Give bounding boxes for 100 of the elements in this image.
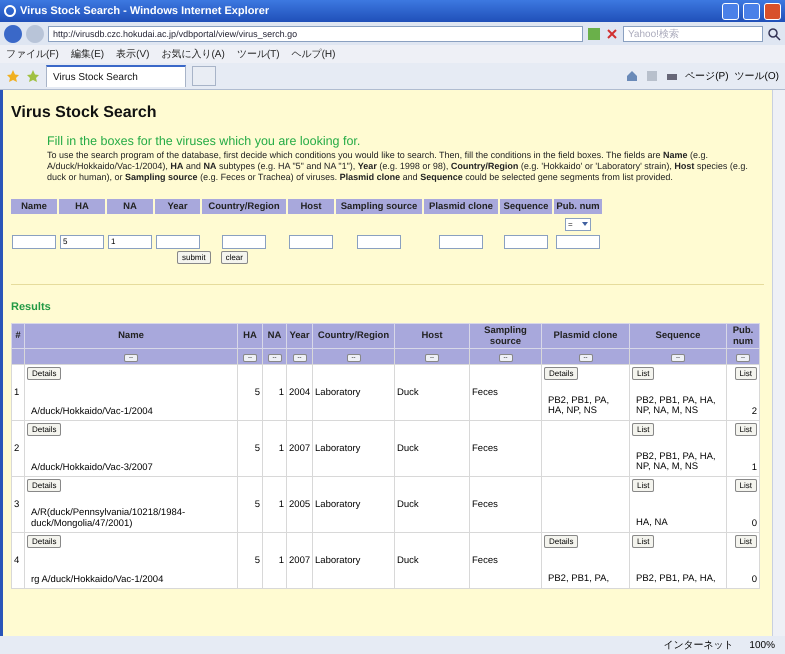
column-header: Country/Region [312,323,394,348]
scrollbar[interactable] [772,90,785,636]
field-header: Sequence [500,198,552,214]
close-button[interactable] [764,2,781,20]
table-cell: 1 [262,532,286,588]
table-cell: Laboratory [312,532,394,588]
details-button[interactable]: Details [544,535,578,548]
details-button[interactable]: Details [544,367,578,380]
details-button[interactable]: Details [27,479,62,492]
search-input[interactable] [556,234,600,249]
table-cell: Duck [394,364,470,420]
table-cell: 1 [262,476,286,532]
list-button[interactable]: List [632,479,654,492]
field-header: Country/Region [202,198,286,214]
column-header: Host [394,323,470,348]
details-button[interactable]: Details [27,535,62,548]
list-button[interactable]: List [734,367,757,380]
field-header: Sampling source [336,198,422,214]
search-input[interactable] [289,234,333,249]
table-cell: Laboratory [312,476,394,532]
address-field[interactable]: http://virusdb.czc.hokudai.ac.jp/vdbportal/view/virus_serch.go [48,26,583,42]
minimize-button[interactable] [722,2,739,20]
form-button[interactable]: clear [220,250,248,264]
browser-logo-icon [4,5,16,17]
command-menu[interactable]: ページ(P) [685,69,729,83]
publication-count: 0 [752,518,757,530]
table-cell: 5 [238,420,262,476]
results-heading: Results [11,300,52,313]
search-input[interactable]: 1 [108,234,152,249]
dropdown-arrow-icon [582,222,588,226]
search-input[interactable] [357,234,401,249]
list-button[interactable]: List [734,423,757,436]
gene-list: PB2, PB1, PA, HA, NP, NA, M, NS [632,452,724,474]
gene-list: PB2, PB1, PA, [544,574,627,586]
search-input[interactable] [504,234,548,249]
details-button[interactable]: Details [27,423,62,436]
field-header: Host [288,198,334,214]
add-favorite-icon[interactable] [26,69,40,83]
status-zone: インターネット [663,639,734,652]
search-input[interactable] [12,234,56,249]
search-input[interactable] [222,234,266,249]
virus-name: A/duck/Hokkaido/Vac-1/2004 [30,406,154,418]
browser-tab[interactable]: Virus Stock Search [46,65,186,87]
operator-dropdown[interactable]: = [565,218,591,231]
list-button[interactable]: List [734,535,757,548]
menu-item[interactable]: ヘルプ(H) [292,47,336,61]
virus-name: rg A/duck/Hokkaido/Vac-1/2004 [30,574,164,586]
search-input[interactable] [439,234,483,249]
list-button[interactable]: List [632,535,654,548]
zoom-level[interactable]: 100% [749,640,775,650]
field-header: Name [11,198,57,214]
search-icon[interactable] [767,26,781,40]
field-header: NA [107,198,153,214]
details-button[interactable]: Details [27,367,62,380]
new-tab-button[interactable] [192,66,216,86]
table-cell: 5 [238,476,262,532]
menu-item[interactable]: 表示(V) [116,47,150,61]
command-menu[interactable]: ツール(O) [734,69,779,83]
table-cell: Feces [470,364,542,420]
table-cell: Laboratory [312,364,394,420]
virus-name: A/R(duck/Pennsylvania/10218/1984-duck/Mongolia/47/2001) [30,507,186,530]
column-header: Sampling source [470,323,542,348]
table-cell: 4 [12,532,24,588]
table-cell: Duck [394,532,470,588]
search-input[interactable] [156,234,200,249]
back-button[interactable] [4,24,22,42]
table-cell: 2 [12,420,24,476]
list-button[interactable]: List [632,367,654,380]
column-header: Sequence [630,323,726,348]
star-icon[interactable] [6,69,20,83]
table-cell: Laboratory [312,420,394,476]
table-cell: 1 [262,364,286,420]
field-header: Plasmid clone [424,198,498,214]
column-header: # [12,323,24,348]
table-cell: Feces [470,420,542,476]
page-heading: Virus Stock Search [11,104,158,122]
menu-item[interactable]: 編集(E) [70,47,104,61]
table-cell: Feces [470,532,542,588]
list-button[interactable]: List [734,479,757,492]
list-button[interactable]: List [632,423,654,436]
table-cell: 2007 [286,532,312,588]
table-cell: 2005 [286,476,312,532]
stop-icon[interactable] [605,26,619,40]
search-input[interactable]: 5 [60,234,104,249]
gene-list: PB2, PB1, PA, HA, NP, NS [544,396,627,418]
gene-list: PB2, PB1, PA, HA, [632,574,724,586]
gene-list: PB2, PB1, PA, HA, NP, NA, M, NS [632,396,724,418]
publication-count: 0 [752,574,757,586]
menu-item[interactable]: お気に入り(A) [161,47,225,61]
window-title: Virus Stock Search - Windows Internet Explorer [20,5,270,17]
menu-item[interactable]: ファイル(F) [6,47,59,61]
table-cell: 1 [262,420,286,476]
table-cell: 5 [238,532,262,588]
table-cell: Feces [470,476,542,532]
menu-item[interactable]: ツール(T) [236,47,280,61]
column-header: Pub. num [726,323,760,348]
form-button[interactable]: submit [177,250,211,264]
table-cell: 1 [12,364,24,420]
home-icon[interactable] [625,69,640,83]
maximize-button[interactable] [743,2,760,20]
